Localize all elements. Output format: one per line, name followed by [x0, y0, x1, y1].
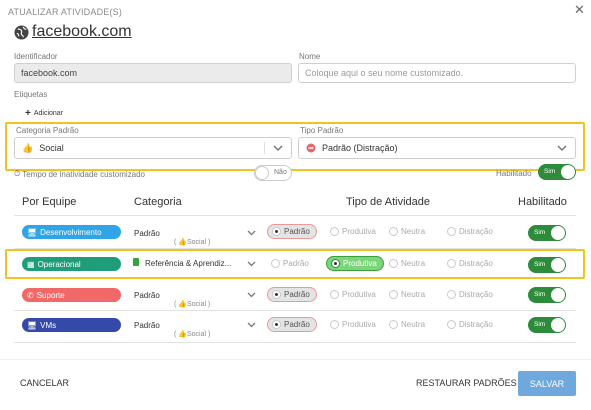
- identifier-label: Identificador: [14, 52, 58, 61]
- plus-icon: +: [25, 108, 31, 119]
- radio-distracao[interactable]: Distração: [447, 224, 493, 239]
- default-category-value: Social: [39, 143, 64, 153]
- clock-icon: ⏱: [14, 169, 21, 178]
- save-button[interactable]: SALVAR: [518, 371, 576, 396]
- row-category-sub: ( 👍Social ): [174, 239, 211, 246]
- enabled-label: Habilitado: [496, 169, 532, 178]
- tags-label: Etiquetas: [14, 90, 48, 99]
- book-icon: [133, 258, 139, 266]
- row-category-sub: ( 👍Social ): [174, 331, 211, 338]
- radio-neutra[interactable]: Neutra: [389, 224, 425, 239]
- name-input[interactable]: Coloque aqui o seu nome customizado.: [298, 63, 576, 83]
- cancel-button[interactable]: CANCELAR: [20, 378, 69, 388]
- identifier-field: facebook.com: [14, 63, 292, 83]
- radio-produtiva[interactable]: Produtiva: [330, 317, 376, 332]
- radio-neutra[interactable]: Neutra: [389, 256, 425, 271]
- thumbs-up-icon: 👍: [22, 142, 34, 153]
- row-category[interactable]: Referência & Aprendiz...: [145, 259, 231, 268]
- row-enabled-toggle[interactable]: Sim: [528, 287, 566, 303]
- inactivity-label: Tempo de inatividade customizado: [22, 169, 145, 179]
- name-label: Nome: [299, 52, 321, 61]
- globe-icon: [14, 24, 29, 40]
- radio-produtiva[interactable]: Produtiva: [330, 287, 376, 302]
- chevron-down-icon[interactable]: [247, 230, 256, 236]
- radio-distracao[interactable]: Distração: [447, 287, 493, 302]
- row-category-sub: ( 👍Social ): [174, 301, 211, 308]
- monitor-icon: 🖥: [27, 320, 38, 330]
- building-icon: ▦: [27, 259, 35, 269]
- add-tag-button[interactable]: + Adicionar: [25, 108, 63, 119]
- site-header: facebook.com: [14, 23, 132, 41]
- team-badge: ▦ Operacional: [22, 257, 121, 271]
- enabled-toggle[interactable]: Sim: [538, 164, 576, 180]
- col-category: Categoria: [134, 196, 182, 208]
- radio-distracao[interactable]: Distração: [447, 256, 493, 271]
- radio-neutra[interactable]: Neutra: [389, 317, 425, 332]
- team-badge: 🖥 VMs: [22, 318, 121, 332]
- add-tag-label: Adicionar: [33, 110, 64, 117]
- default-category-select[interactable]: 👍 Social: [14, 137, 292, 159]
- close-icon[interactable]: ✕: [574, 3, 585, 17]
- phone-icon: ✆: [27, 290, 34, 300]
- inactivity-toggle-text: Não: [274, 169, 287, 176]
- chevron-down-icon[interactable]: [247, 322, 256, 328]
- radio-neutra[interactable]: Neutra: [389, 287, 425, 302]
- chevron-down-icon: [557, 145, 567, 152]
- radio-padrao[interactable]: Padrão: [267, 317, 317, 332]
- col-type: Tipo de Atividade: [346, 196, 430, 208]
- radio-padrao[interactable]: Padrão: [271, 256, 309, 271]
- default-category-label: Categoria Padrão: [16, 126, 79, 135]
- inactivity-row: ⏱ Tempo de inatividade customizado: [14, 169, 145, 179]
- restore-defaults-button[interactable]: RESTAURAR PADRÕES: [416, 378, 517, 388]
- radio-padrao[interactable]: Padrão: [267, 287, 317, 302]
- chevron-down-icon[interactable]: [247, 292, 256, 298]
- col-enabled: Habilitado: [518, 196, 567, 208]
- inactivity-toggle[interactable]: Não: [254, 165, 292, 181]
- radio-padrao[interactable]: Padrão: [267, 224, 317, 239]
- monitor-icon: 🖥: [27, 227, 38, 237]
- default-type-select[interactable]: Padrão (Distração): [298, 137, 576, 159]
- site-name[interactable]: facebook.com: [32, 23, 132, 41]
- row-category[interactable]: Padrão: [134, 321, 160, 330]
- radio-distracao[interactable]: Distração: [447, 317, 493, 332]
- minus-circle-icon: [306, 143, 316, 153]
- default-type-value: Padrão (Distração): [322, 143, 398, 153]
- radio-produtiva[interactable]: Produtiva: [330, 224, 376, 239]
- enabled-toggle-text: Sim: [544, 168, 556, 175]
- row-enabled-toggle[interactable]: Sim: [528, 257, 566, 273]
- chevron-down-icon[interactable]: [247, 261, 256, 267]
- team-badge: ✆ Suporte: [22, 288, 121, 302]
- radio-produtiva[interactable]: Produtiva: [326, 256, 384, 271]
- row-category[interactable]: Padrão: [134, 229, 160, 238]
- row-enabled-toggle[interactable]: Sim: [528, 317, 566, 333]
- chevron-down-icon: [273, 145, 283, 152]
- row-enabled-toggle[interactable]: Sim: [528, 225, 566, 241]
- default-type-label: Tipo Padrão: [300, 126, 344, 135]
- team-badge: 🖥 Desenvolvimento: [22, 225, 121, 239]
- row-category[interactable]: Padrão: [134, 291, 160, 300]
- col-team: Por Equipe: [22, 196, 77, 208]
- dialog-title: ATUALIZAR ATIVIDADE(S): [8, 7, 123, 17]
